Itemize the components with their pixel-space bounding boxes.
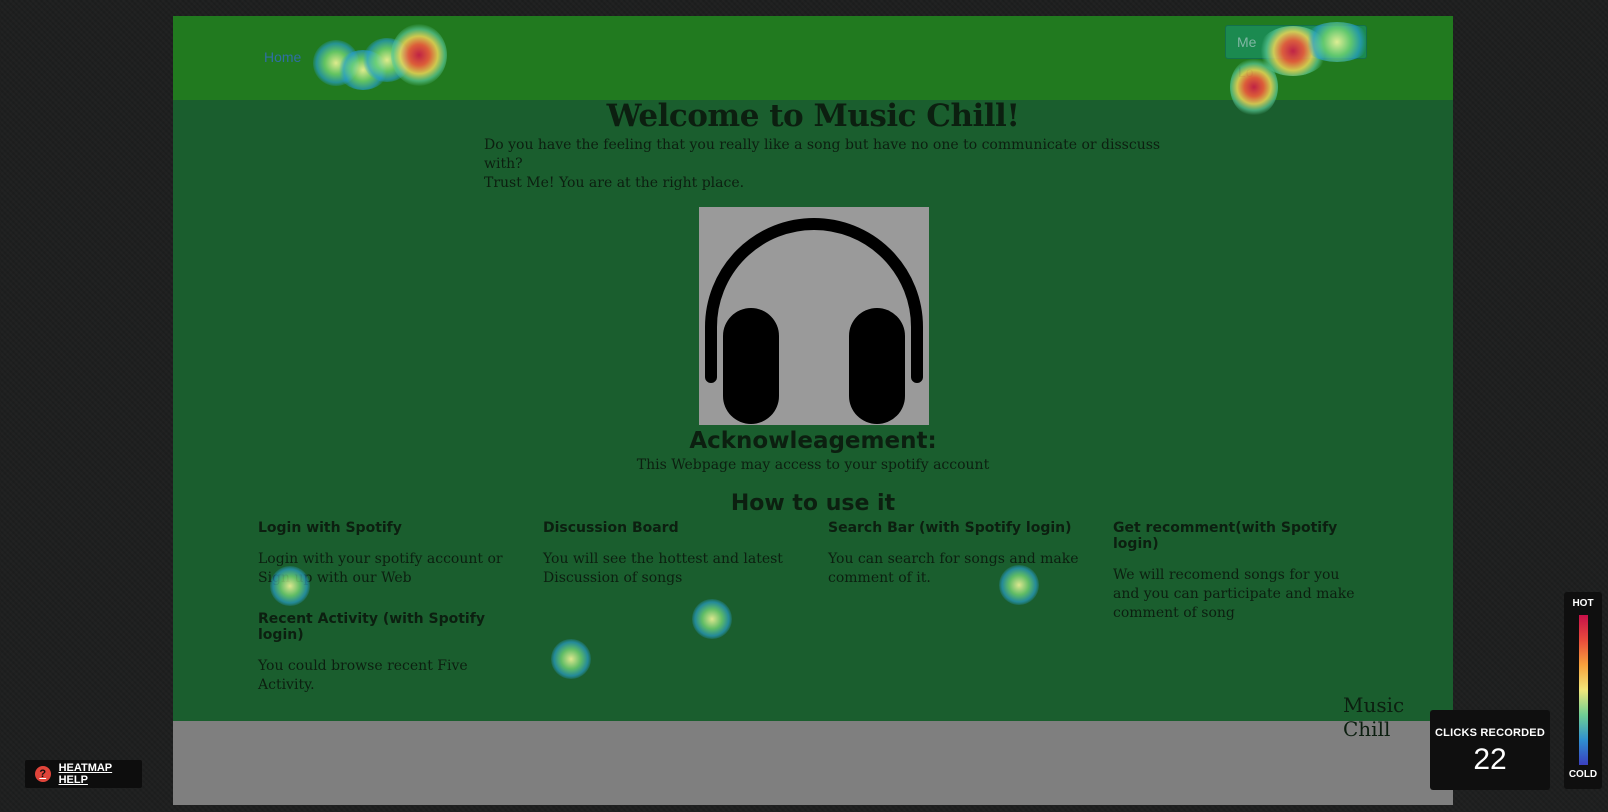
feature-login: Login with Spotify Login with your spoti…: [258, 520, 513, 588]
legend-hot-label: HOT: [1572, 598, 1594, 609]
feature-text: You can search for songs and make commen…: [828, 551, 1079, 586]
feature-title: Discussion Board: [543, 520, 679, 536]
feature-text: You will see the hottest and latest Disc…: [543, 551, 783, 586]
nav-login-link[interactable]: Lo: [1238, 64, 1254, 80]
help-icon: ?: [35, 766, 51, 782]
feature-discussion: Discussion Board You will see the hottes…: [543, 520, 798, 588]
heatmap-help-button[interactable]: ? HEATMAP HELP: [25, 760, 142, 788]
intro-text: Do you have the feeling that you really …: [484, 136, 1184, 193]
clicks-label: CLICKS RECORDED: [1435, 727, 1545, 739]
intro-line-1: Do you have the feeling that you really …: [484, 137, 1161, 172]
howto-title: How to use it: [730, 491, 896, 516]
nav-home-link[interactable]: Home: [264, 49, 301, 65]
acknowledgement-title: Acknowleagement:: [689, 428, 937, 454]
clicks-recorded-panel: CLICKS RECORDED 22: [1430, 710, 1550, 790]
site-frame: Home Me Lo Welcome to Music Chill! Do yo…: [173, 16, 1453, 805]
heatmap-help-label: HEATMAP HELP: [58, 762, 113, 786]
page-body: Home Me Lo Welcome to Music Chill! Do yo…: [173, 16, 1453, 741]
feature-title: Login with Spotify: [258, 520, 402, 536]
navbar: Home Me Lo: [173, 16, 1453, 100]
legend-gradient-bar: [1578, 615, 1588, 765]
legend-cold-label: COLD: [1568, 769, 1598, 780]
page-title: Welcome to Music Chill!: [606, 98, 1020, 134]
headphones-icon: [699, 207, 929, 425]
feature-title: Get recomment(with Spotify login): [1113, 520, 1338, 552]
feature-search: Search Bar (with Spotify login) You can …: [828, 520, 1083, 588]
feature-title: Recent Activity (with Spotify login): [258, 611, 485, 643]
feature-recent-activity: Recent Activity (with Spotify login) You…: [258, 611, 528, 695]
acknowledgement-text: This Webpage may access to your spotify …: [636, 457, 990, 473]
intro-line-2: Trust Me! You are at the right place.: [484, 175, 745, 191]
nav-button[interactable]: Me: [1225, 25, 1367, 59]
clicks-count: 22: [1473, 743, 1507, 776]
feature-title: Search Bar (with Spotify login): [828, 520, 1072, 536]
heatmap-legend: HOT COLD: [1564, 592, 1602, 789]
feature-text: Login with your spotify account or Sign …: [258, 551, 503, 586]
feature-recommend: Get recomment(with Spotify login) We wil…: [1113, 520, 1358, 623]
feature-text: We will recomend songs for you and you c…: [1113, 567, 1355, 621]
feature-text: You could browse recent Five Activity.: [258, 658, 468, 693]
